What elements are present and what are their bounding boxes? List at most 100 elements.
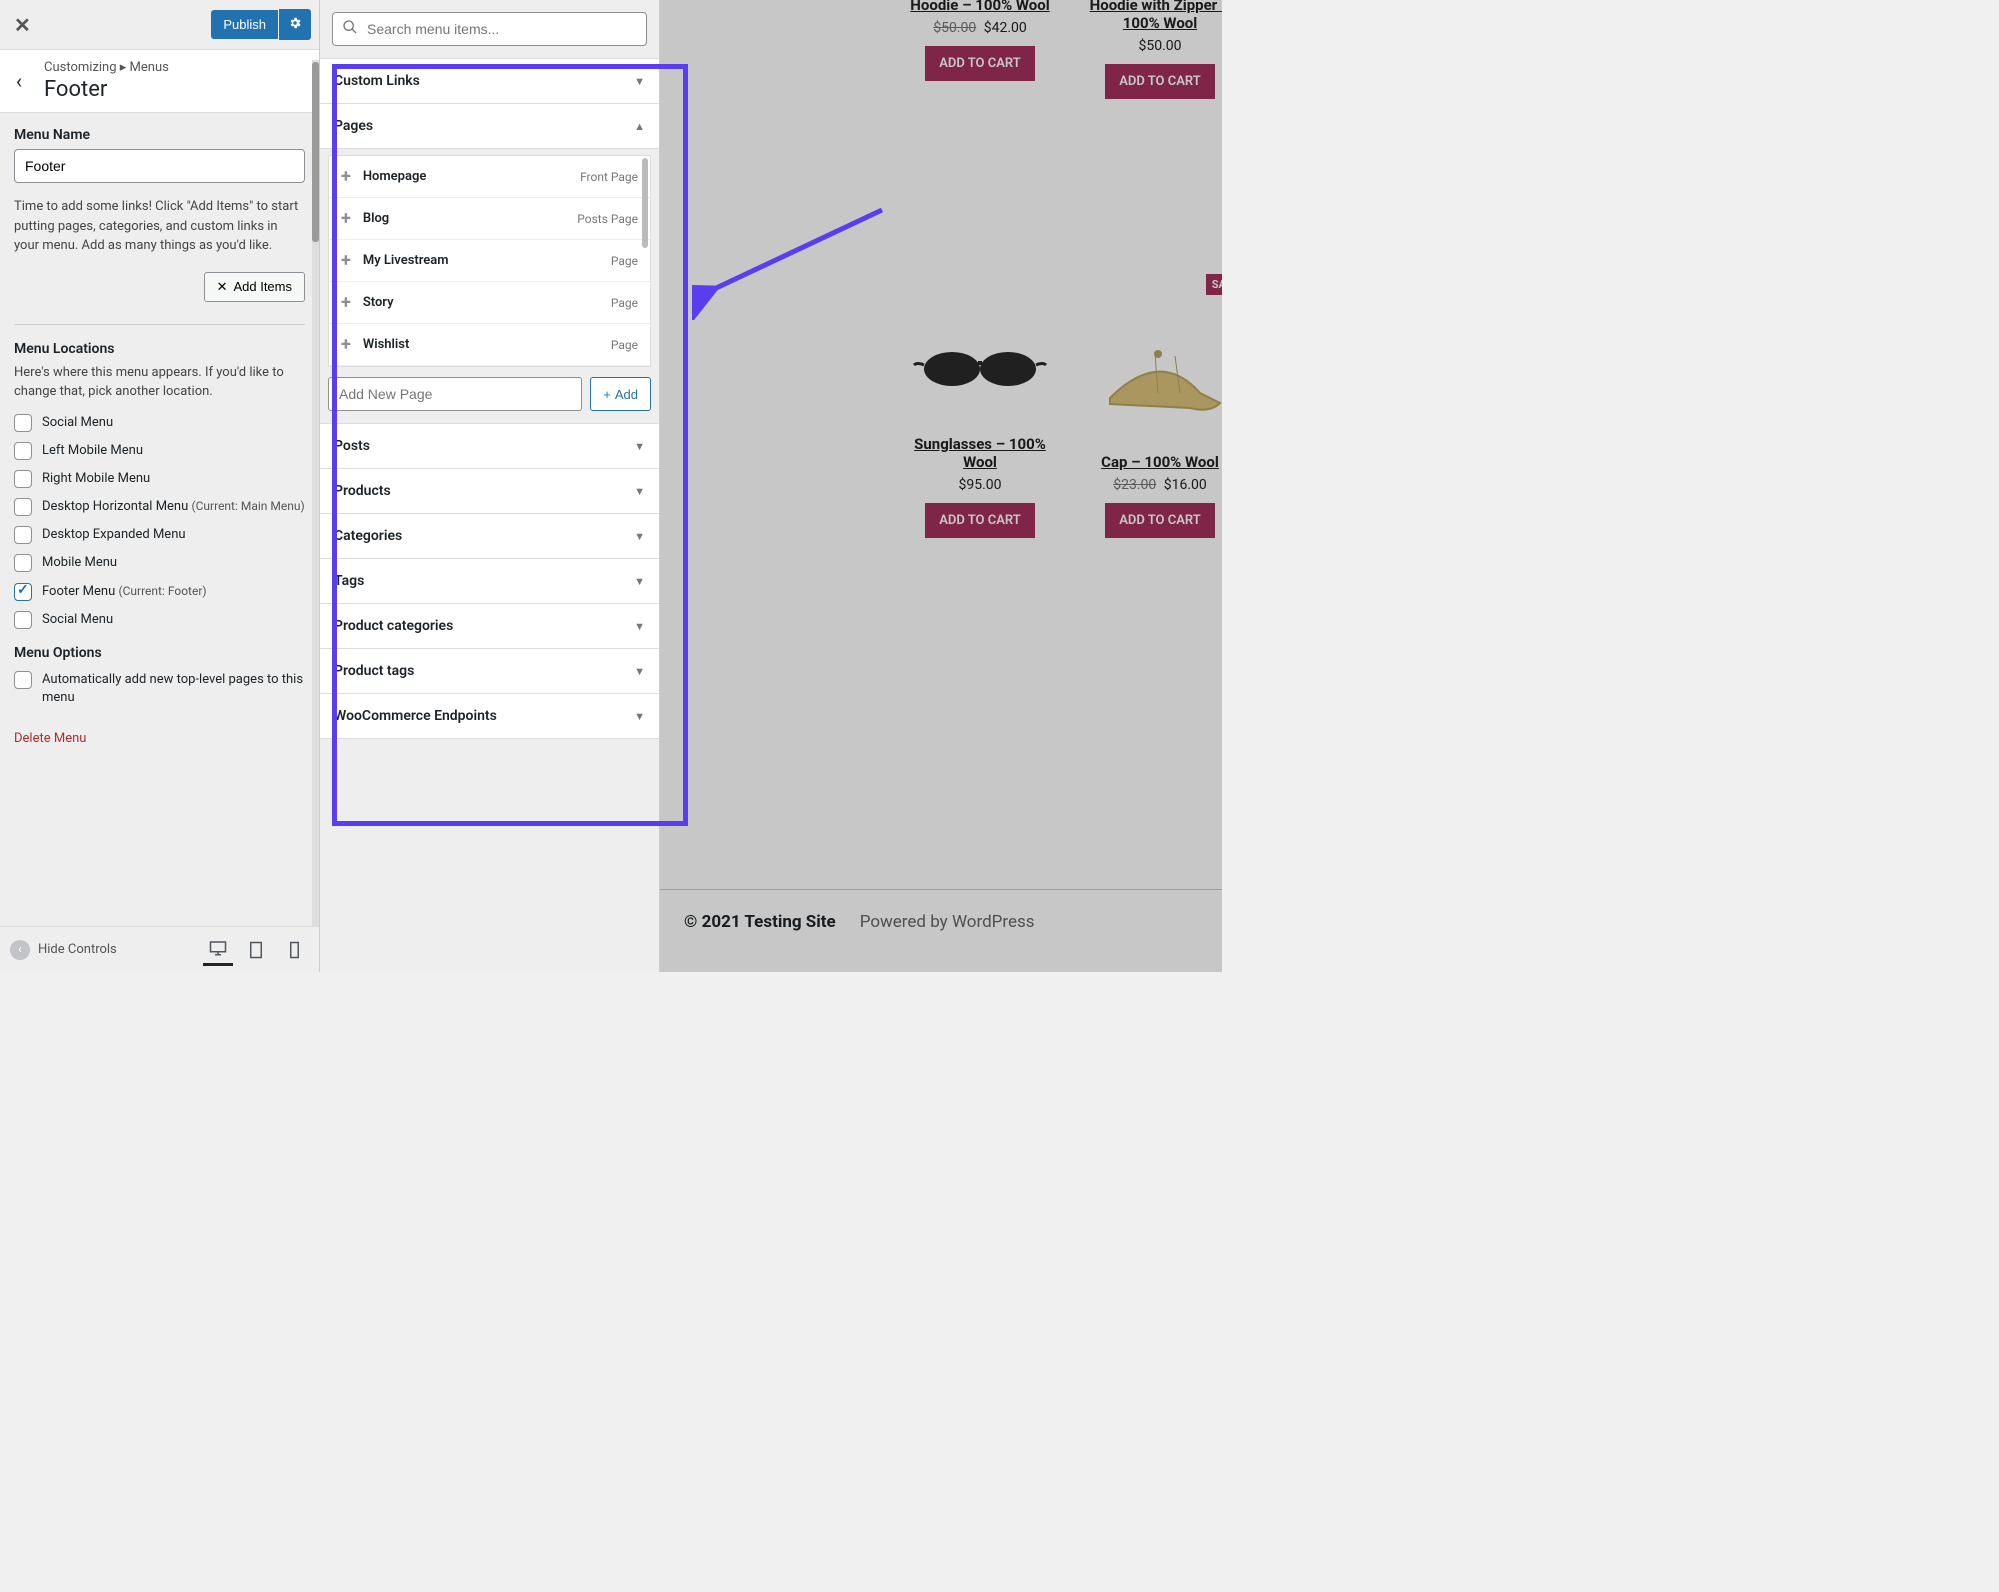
plus-icon: + <box>341 334 351 355</box>
panel-body: Menu Name Time to add some links! Click … <box>0 113 319 926</box>
item-accordion: Custom Links ▼Pages ▲ + Homepage Front P… <box>320 58 659 739</box>
accordion-section-woocommerce-endpoints[interactable]: WooCommerce Endpoints ▼ <box>320 694 659 739</box>
location-label: Mobile Menu <box>42 554 117 572</box>
back-chevron-icon[interactable]: ‹ <box>12 69 44 93</box>
menu-name-input[interactable] <box>14 149 305 183</box>
location-label: Social Menu <box>42 611 113 629</box>
accordion-section-pages[interactable]: Pages ▲ <box>320 104 659 149</box>
checkbox-icon[interactable] <box>14 583 32 601</box>
close-icon[interactable]: ✕ <box>8 7 37 43</box>
device-mobile-icon[interactable] <box>279 934 309 966</box>
chevron-down-icon: ▼ <box>634 485 645 498</box>
checkbox-icon[interactable] <box>14 414 32 432</box>
page-name: Story <box>363 295 394 310</box>
accordion-section-custom-links[interactable]: Custom Links ▼ <box>320 59 659 104</box>
accordion-section-product-tags[interactable]: Product tags ▼ <box>320 649 659 694</box>
chevron-down-icon: ▼ <box>634 75 645 88</box>
page-type: Front Page <box>580 170 638 184</box>
location-row[interactable]: Social Menu <box>14 611 305 629</box>
search-input[interactable] <box>332 12 647 46</box>
plus-icon: + <box>341 250 351 271</box>
add-items-label: Add Items <box>233 279 292 294</box>
breadcrumb-parent: Menus <box>130 60 169 75</box>
location-label: Left Mobile Menu <box>42 442 143 460</box>
accordion-body: + Homepage Front Page + Blog Posts Page … <box>320 149 659 424</box>
page-item[interactable]: + Blog Posts Page <box>329 198 650 240</box>
site-preview: Hoodie – 100% Wool $50.00 $42.00 ADD TO … <box>660 0 1222 972</box>
breadcrumb-prefix: Customizing <box>44 60 117 75</box>
page-title: Footer <box>44 77 307 102</box>
location-row[interactable]: Social Menu <box>14 414 305 432</box>
locations-heading: Menu Locations <box>14 341 305 357</box>
breadcrumb: Customizing ▸ Menus Footer <box>44 60 307 102</box>
location-row[interactable]: Mobile Menu <box>14 554 305 572</box>
auto-add-row[interactable]: Automatically add new top-level pages to… <box>14 671 305 707</box>
add-new-page-input[interactable] <box>328 377 582 411</box>
chevron-down-icon: ▼ <box>634 440 645 453</box>
accordion-section-tags[interactable]: Tags ▼ <box>320 559 659 604</box>
location-row[interactable]: Desktop Expanded Menu <box>14 526 305 544</box>
location-label: Desktop Horizontal Menu (Current: Main M… <box>42 498 305 516</box>
location-row[interactable]: Left Mobile Menu <box>14 442 305 460</box>
preview-overlay <box>660 0 1222 972</box>
chevron-down-icon: ▼ <box>634 575 645 588</box>
location-sublabel: (Current: Main Menu) <box>192 499 305 513</box>
accordion-section-product-categories[interactable]: Product categories ▼ <box>320 604 659 649</box>
chevron-down-icon: ▼ <box>634 620 645 633</box>
locations-list: Social Menu Left Mobile Menu Right Mobil… <box>14 414 305 630</box>
pages-scrollbar[interactable] <box>642 156 648 366</box>
accordion-label: Custom Links <box>334 73 420 89</box>
hide-controls-label: Hide Controls <box>38 942 117 957</box>
accordion-label: Pages <box>334 118 373 134</box>
chevron-up-icon: ▲ <box>634 120 645 133</box>
menu-name-label: Menu Name <box>14 127 305 143</box>
page-name: Wishlist <box>363 337 410 352</box>
chevron-left-icon: ‹ <box>10 940 30 960</box>
accordion-section-categories[interactable]: Categories ▼ <box>320 514 659 559</box>
accordion-label: Posts <box>334 438 370 454</box>
checkbox-icon[interactable] <box>14 470 32 488</box>
add-new-page-button[interactable]: + Add <box>590 377 651 411</box>
checkbox-icon[interactable] <box>14 671 32 689</box>
add-items-button[interactable]: ✕ Add Items <box>204 272 305 302</box>
publish-button[interactable]: Publish <box>211 10 278 39</box>
device-tablet-icon[interactable] <box>241 934 271 966</box>
accordion-section-posts[interactable]: Posts ▼ <box>320 424 659 469</box>
chevron-down-icon: ▼ <box>634 710 645 723</box>
page-name: Homepage <box>363 169 427 184</box>
breadcrumb-row: ‹ Customizing ▸ Menus Footer <box>0 50 319 113</box>
chevron-down-icon: ▼ <box>634 530 645 543</box>
location-label: Desktop Expanded Menu <box>42 526 186 544</box>
accordion-label: Product categories <box>334 618 453 634</box>
accordion-label: Products <box>334 483 391 499</box>
checkbox-icon[interactable] <box>14 498 32 516</box>
chevron-down-icon: ▼ <box>634 665 645 678</box>
accordion-section-products[interactable]: Products ▼ <box>320 469 659 514</box>
delete-menu-link[interactable]: Delete Menu <box>14 731 86 746</box>
plus-icon: + <box>341 166 351 187</box>
page-item[interactable]: + My Livestream Page <box>329 240 650 282</box>
panel-scrollbar[interactable] <box>312 60 319 926</box>
device-desktop-icon[interactable] <box>203 934 233 966</box>
location-row[interactable]: Footer Menu (Current: Footer) <box>14 583 305 601</box>
checkbox-icon[interactable] <box>14 611 32 629</box>
location-row[interactable]: Desktop Horizontal Menu (Current: Main M… <box>14 498 305 516</box>
location-label: Social Menu <box>42 414 113 432</box>
page-item[interactable]: + Homepage Front Page <box>329 156 650 198</box>
accordion-label: Categories <box>334 528 402 544</box>
options-heading: Menu Options <box>14 645 305 661</box>
page-item[interactable]: + Wishlist Page <box>329 324 650 366</box>
page-item[interactable]: + Story Page <box>329 282 650 324</box>
gear-icon[interactable] <box>279 9 311 40</box>
page-type: Page <box>611 338 638 352</box>
hide-controls-button[interactable]: ‹ Hide Controls <box>10 940 195 960</box>
location-sublabel: (Current: Footer) <box>118 584 206 598</box>
page-name: My Livestream <box>363 253 449 268</box>
location-row[interactable]: Right Mobile Menu <box>14 470 305 488</box>
checkbox-icon[interactable] <box>14 554 32 572</box>
page-type: Page <box>611 296 638 310</box>
accordion-label: WooCommerce Endpoints <box>334 708 497 724</box>
auto-add-label: Automatically add new top-level pages to… <box>42 671 305 707</box>
checkbox-icon[interactable] <box>14 442 32 460</box>
checkbox-icon[interactable] <box>14 526 32 544</box>
